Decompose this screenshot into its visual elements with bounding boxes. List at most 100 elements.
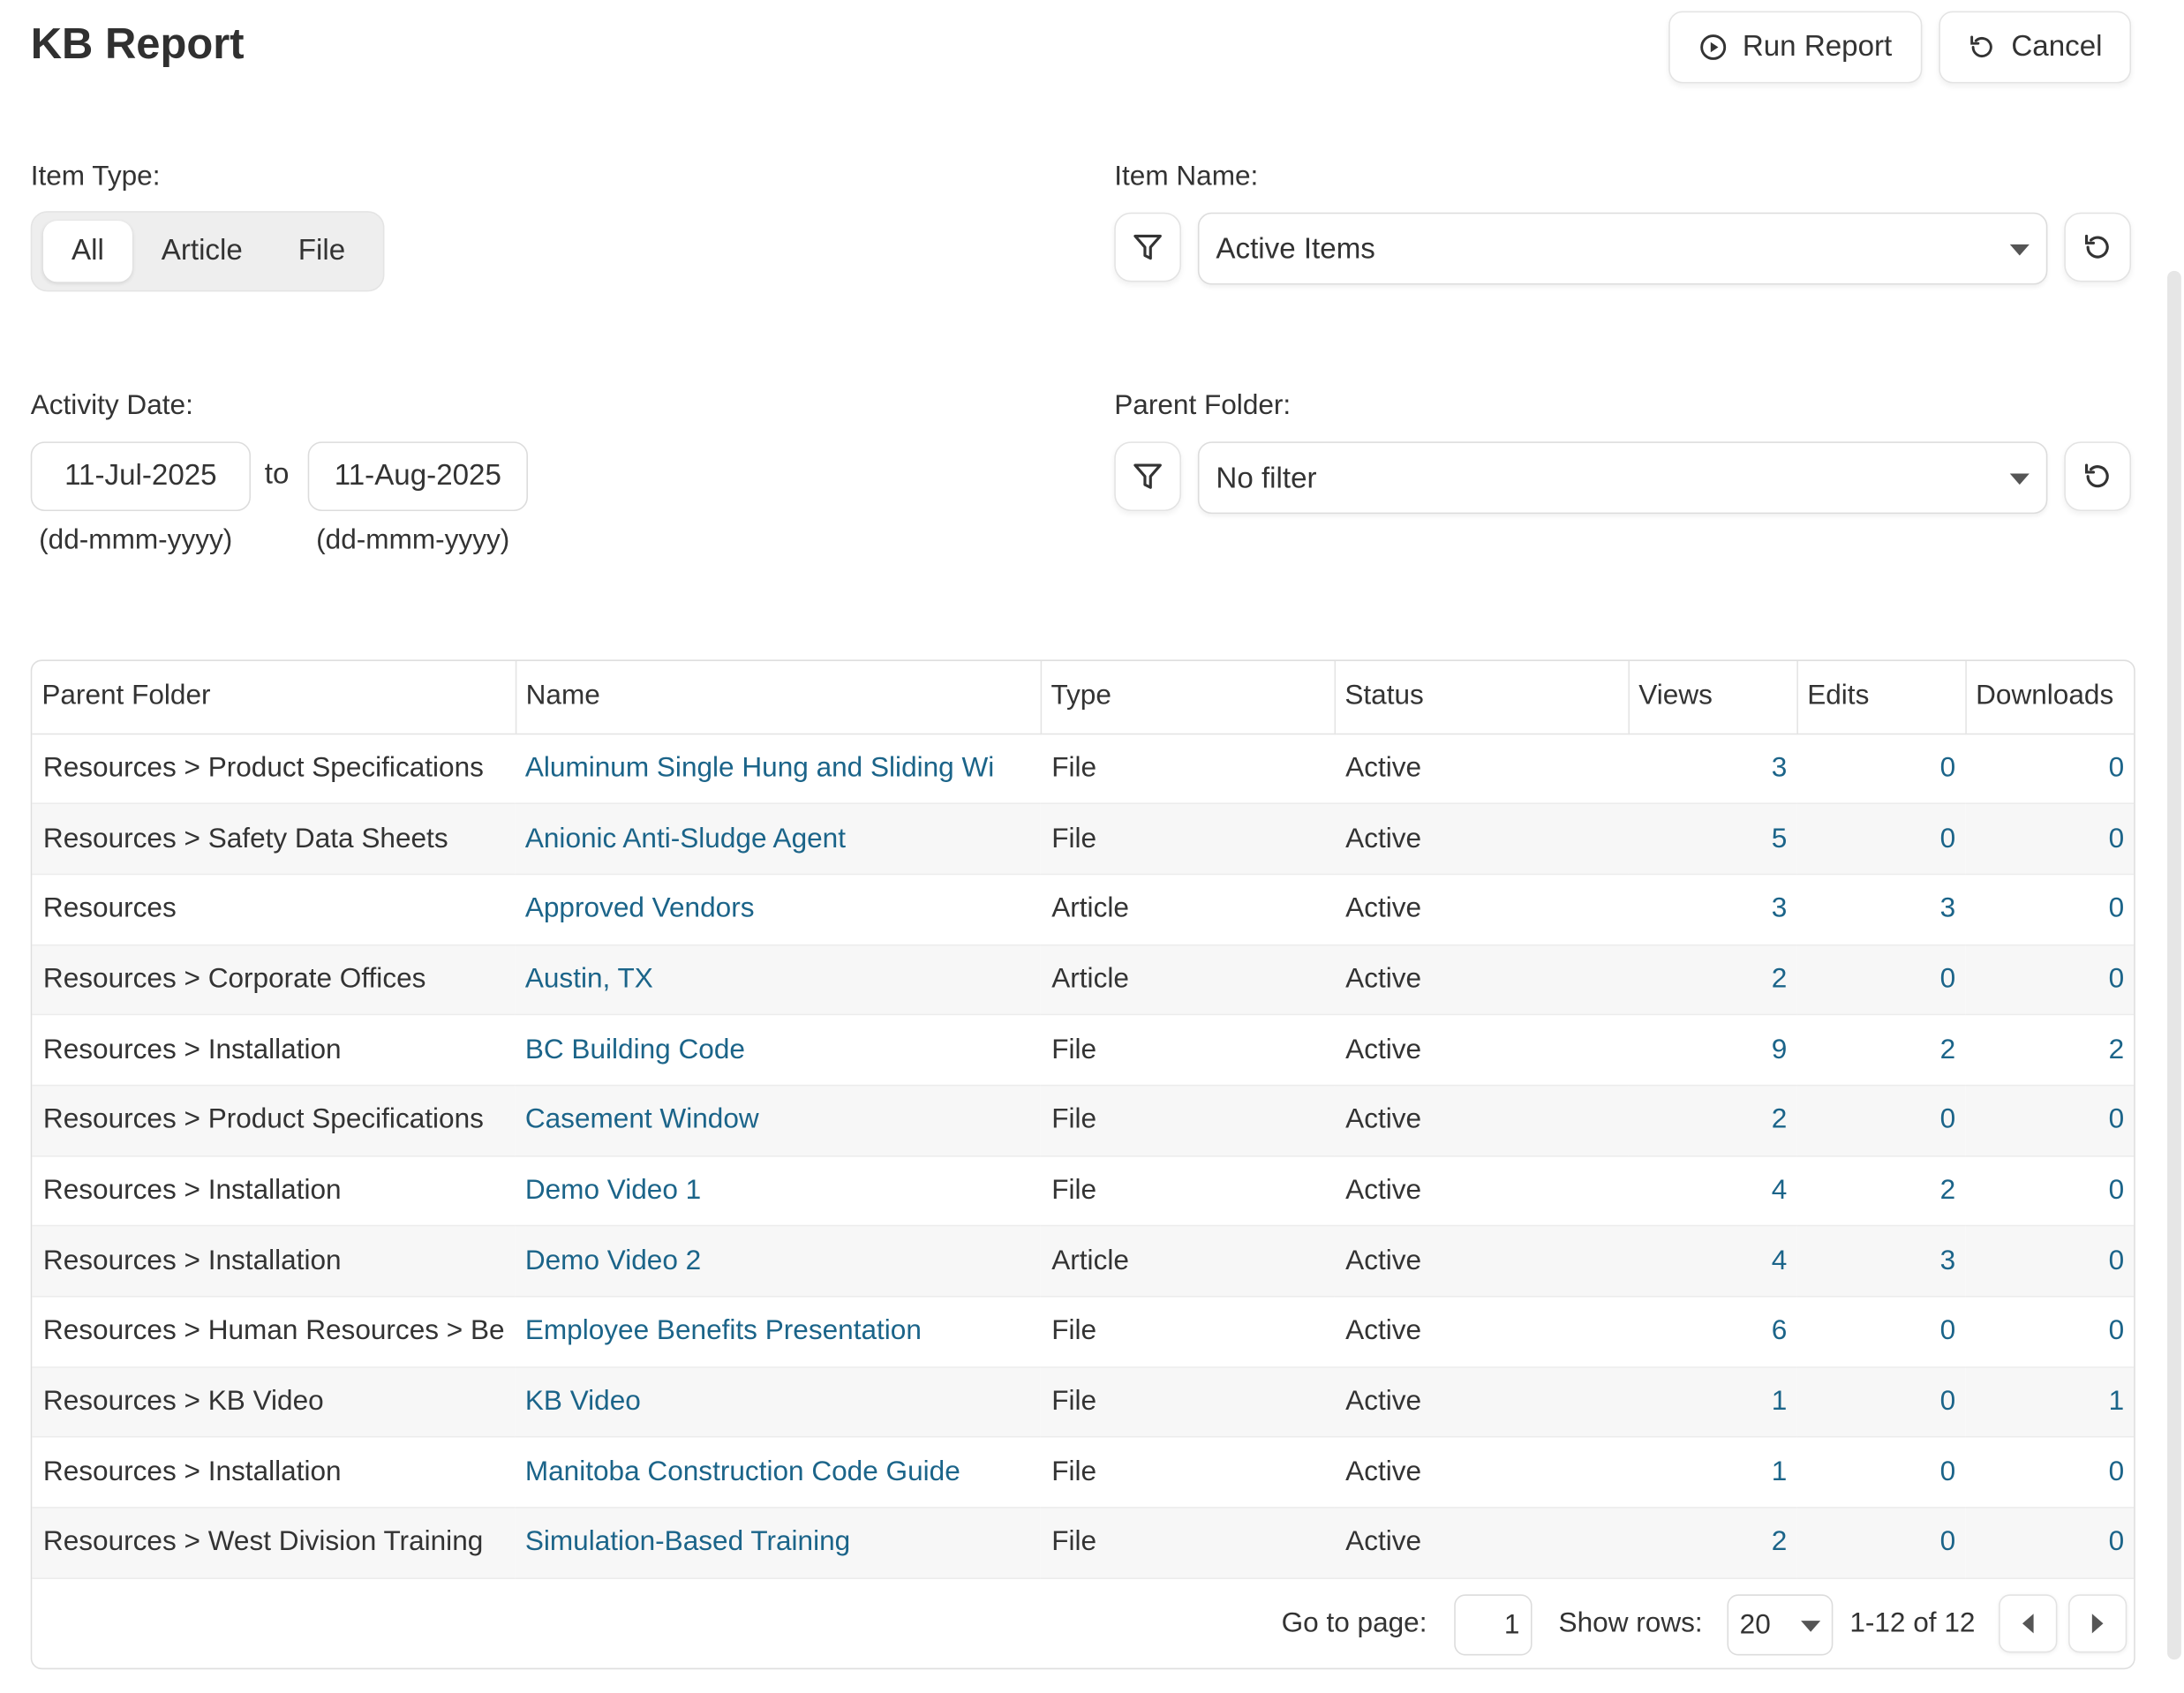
cell-edits[interactable]: 0 xyxy=(1796,1296,1966,1368)
table-row: Resources > Installation Demo Video 1 File… xyxy=(32,1155,2135,1227)
parent-folder-reset-button[interactable] xyxy=(2064,441,2132,512)
cell-views[interactable]: 5 xyxy=(1628,803,1797,876)
cell-name[interactable]: Manitoba Construction Code Guide xyxy=(515,1437,1041,1509)
item-type-article[interactable]: Article xyxy=(147,221,258,282)
chevron-down-icon xyxy=(2009,473,2030,485)
cell-edits[interactable]: 0 xyxy=(1796,803,1966,876)
prev-page-button[interactable] xyxy=(1999,1594,2058,1653)
filter-icon xyxy=(1133,463,1162,489)
column-header-status[interactable]: Status xyxy=(1334,660,1630,734)
column-header-downloads[interactable]: Downloads xyxy=(1965,660,2135,734)
cancel-button[interactable]: Cancel xyxy=(1939,11,2132,84)
cell-views[interactable]: 4 xyxy=(1628,1155,1797,1227)
page-title: KB Report xyxy=(30,19,245,69)
column-header-edits[interactable]: Edits xyxy=(1796,660,1967,734)
cell-edits[interactable]: 2 xyxy=(1796,1155,1966,1227)
cell-views[interactable]: 3 xyxy=(1628,874,1797,945)
cell-views[interactable]: 9 xyxy=(1628,1014,1797,1087)
cell-views[interactable]: 2 xyxy=(1628,1085,1797,1157)
next-page-button[interactable] xyxy=(2068,1594,2128,1653)
parent-folder-label: Parent Folder: xyxy=(1114,390,1292,421)
date-to-label: to xyxy=(264,458,290,491)
cell-parent-folder: Resources xyxy=(32,874,516,945)
cell-downloads[interactable]: 0 xyxy=(1965,1508,2135,1579)
cell-edits[interactable]: 0 xyxy=(1796,944,1966,1016)
cell-views[interactable]: 3 xyxy=(1628,733,1797,805)
table-row: Resources > Installation BC Building Code… xyxy=(32,1014,2135,1087)
cell-parent-folder: Resources > Corporate Offices xyxy=(32,944,516,1016)
cell-name[interactable]: Demo Video 1 xyxy=(515,1155,1041,1227)
cell-edits[interactable]: 0 xyxy=(1796,733,1966,805)
cell-status: Active xyxy=(1334,1437,1629,1509)
cell-status: Active xyxy=(1334,1014,1629,1087)
item-name-select[interactable]: Active Items xyxy=(1197,212,2048,285)
parent-folder-select[interactable]: No filter xyxy=(1197,441,2048,515)
cell-status: Active xyxy=(1334,1226,1629,1298)
cell-edits[interactable]: 2 xyxy=(1796,1014,1966,1087)
cell-views[interactable]: 4 xyxy=(1628,1226,1797,1298)
cell-type: File xyxy=(1040,803,1335,876)
cell-views[interactable]: 2 xyxy=(1628,944,1797,1016)
cell-type: File xyxy=(1040,1508,1335,1579)
cell-downloads[interactable]: 0 xyxy=(1965,944,2135,1016)
cell-downloads[interactable]: 0 xyxy=(1965,1226,2135,1298)
cell-edits[interactable]: 3 xyxy=(1796,1226,1966,1298)
cell-downloads[interactable]: 0 xyxy=(1965,1085,2135,1157)
item-type-file[interactable]: File xyxy=(277,221,366,282)
cell-downloads[interactable]: 0 xyxy=(1965,803,2135,876)
date-to-input[interactable]: 11-Aug-2025 xyxy=(307,441,528,512)
column-header-name[interactable]: Name xyxy=(515,660,1042,734)
show-rows-select[interactable]: 20 xyxy=(1727,1594,1834,1656)
goto-page-input[interactable]: 1 xyxy=(1454,1594,1533,1656)
date-from-input[interactable]: 11-Jul-2025 xyxy=(30,441,252,512)
table-header-row: Parent Folder Name Type Status Views Edi… xyxy=(32,660,2135,734)
cell-edits[interactable]: 0 xyxy=(1796,1508,1966,1579)
cell-edits[interactable]: 3 xyxy=(1796,874,1966,945)
cell-name[interactable]: Casement Window xyxy=(515,1085,1041,1157)
cell-name[interactable]: Anionic Anti-Sludge Agent xyxy=(515,803,1041,876)
item-name-reset-button[interactable] xyxy=(2064,212,2132,282)
cell-downloads[interactable]: 0 xyxy=(1965,874,2135,945)
cell-status: Active xyxy=(1334,1508,1629,1579)
column-header-views[interactable]: Views xyxy=(1628,660,1798,734)
table-row: Resources > Installation Demo Video 2 Arti… xyxy=(32,1226,2135,1298)
page-scrollbar[interactable] xyxy=(2167,270,2181,1660)
cell-name[interactable]: Aluminum Single Hung and Sliding Wi xyxy=(515,733,1041,805)
cell-views[interactable]: 6 xyxy=(1628,1296,1797,1368)
cell-name[interactable]: Employee Benefits Presentation xyxy=(515,1296,1041,1368)
item-type-all[interactable]: All xyxy=(42,221,132,282)
cell-edits[interactable]: 0 xyxy=(1796,1366,1966,1439)
cell-views[interactable]: 1 xyxy=(1628,1366,1797,1439)
cell-downloads[interactable]: 0 xyxy=(1965,1437,2135,1509)
cell-name[interactable]: BC Building Code xyxy=(515,1014,1041,1087)
cell-status: Active xyxy=(1334,803,1629,876)
cell-name[interactable]: Demo Video 2 xyxy=(515,1226,1041,1298)
cell-downloads[interactable]: 0 xyxy=(1965,1155,2135,1227)
column-header-parent-folder[interactable]: Parent Folder xyxy=(32,660,516,734)
cell-parent-folder: Resources > KB Video xyxy=(32,1366,516,1439)
cell-type: Article xyxy=(1040,1226,1335,1298)
chevron-right-icon xyxy=(2091,1614,2104,1634)
cell-type: File xyxy=(1040,1437,1335,1509)
cell-downloads[interactable]: 0 xyxy=(1965,1296,2135,1368)
item-name-filter-button[interactable] xyxy=(1114,212,1181,282)
cell-status: Active xyxy=(1334,1366,1629,1439)
parent-folder-filter-button[interactable] xyxy=(1114,441,1181,512)
cell-edits[interactable]: 0 xyxy=(1796,1085,1966,1157)
cell-name[interactable]: KB Video xyxy=(515,1366,1041,1439)
cell-name[interactable]: Austin, TX xyxy=(515,944,1041,1016)
item-name-label: Item Name: xyxy=(1114,161,1259,192)
cell-downloads[interactable]: 2 xyxy=(1965,1014,2135,1087)
column-header-type[interactable]: Type xyxy=(1040,660,1336,734)
activity-date-label: Activity Date: xyxy=(30,390,193,421)
run-report-button[interactable]: Run Report xyxy=(1668,11,1923,84)
cell-name[interactable]: Simulation-Based Training xyxy=(515,1508,1041,1579)
cell-downloads[interactable]: 1 xyxy=(1965,1366,2135,1439)
cell-edits[interactable]: 0 xyxy=(1796,1437,1966,1509)
cell-name[interactable]: Approved Vendors xyxy=(515,874,1041,945)
table-row: Resources Approved Vendors Article Active 3 3… xyxy=(32,874,2135,945)
cell-status: Active xyxy=(1334,874,1629,945)
cell-views[interactable]: 1 xyxy=(1628,1437,1797,1509)
cell-downloads[interactable]: 0 xyxy=(1965,733,2135,805)
cell-views[interactable]: 2 xyxy=(1628,1508,1797,1579)
